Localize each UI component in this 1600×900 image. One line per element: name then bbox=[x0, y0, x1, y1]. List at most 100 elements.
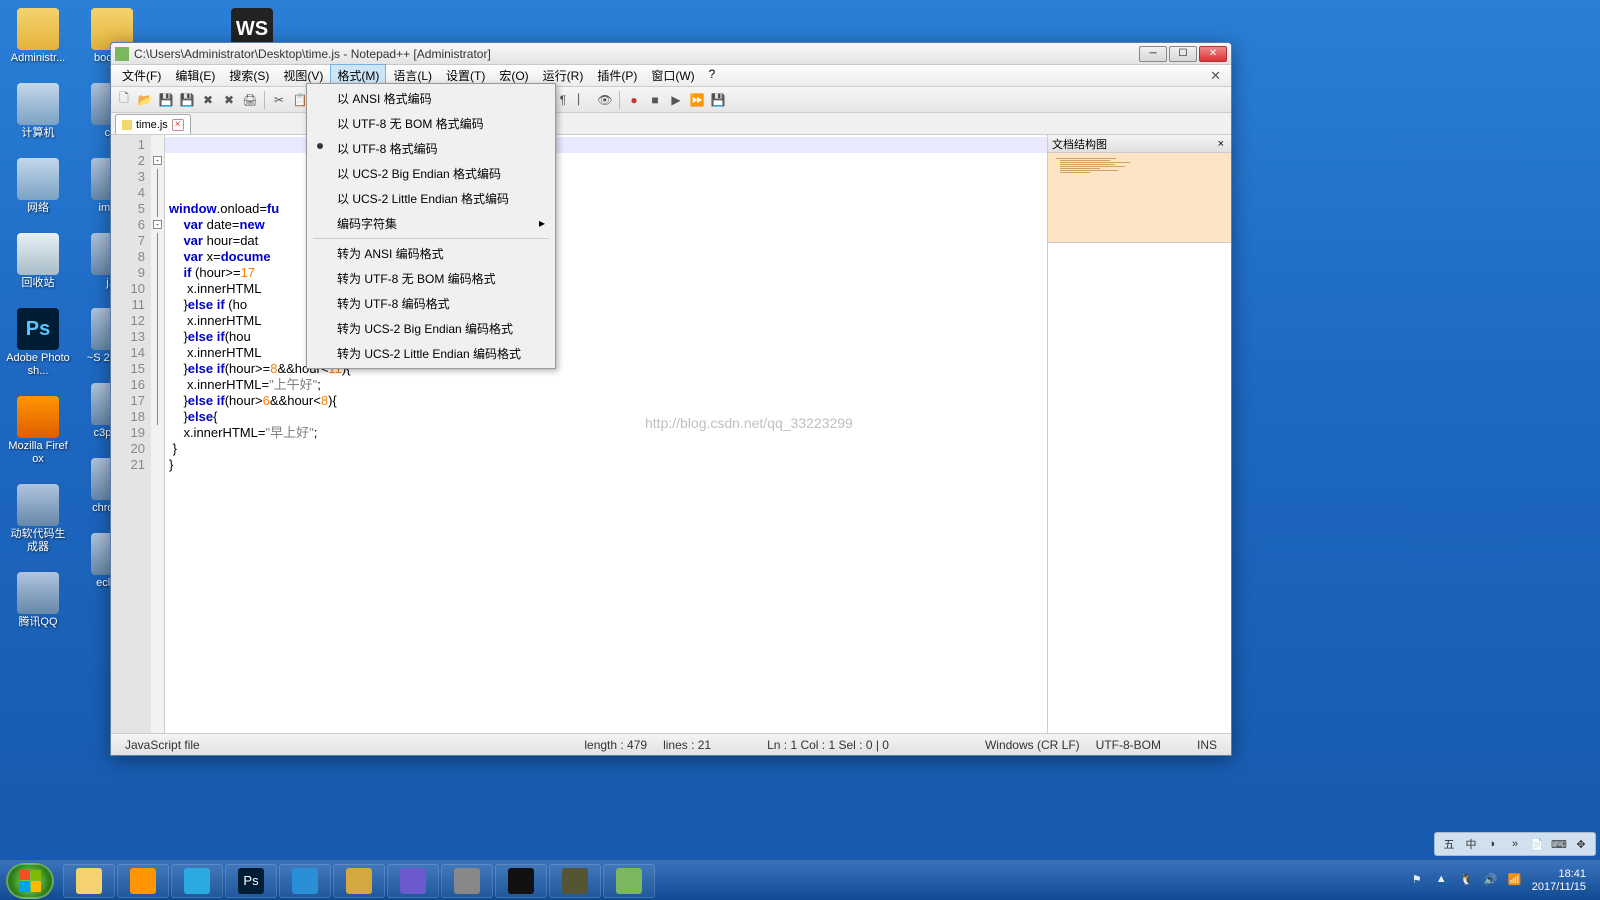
indent-guide-icon[interactable]: ⎸ bbox=[575, 91, 593, 109]
langbar-item[interactable]: » bbox=[1507, 836, 1523, 852]
desktop-icon[interactable]: 网络 bbox=[6, 158, 70, 215]
taskbar-item-firefox[interactable] bbox=[117, 864, 169, 898]
tab-timejs[interactable]: time.js × bbox=[115, 114, 191, 134]
tray-net-icon[interactable]: 📶 bbox=[1508, 873, 1524, 889]
taskbar-item-thunder[interactable] bbox=[279, 864, 331, 898]
menu-item[interactable]: 插件(P) bbox=[590, 64, 644, 87]
panel-title: 文档结构图 bbox=[1052, 136, 1107, 152]
desktop-icon[interactable]: Administr... bbox=[6, 8, 70, 65]
menu-option[interactable]: 以 UCS-2 Little Endian 格式编码 bbox=[309, 186, 553, 211]
system-tray[interactable]: ⚑ ▲ 🐧 🔊 📶 18:41 2017/11/15 bbox=[1412, 868, 1594, 894]
taskbar-item-photoshop[interactable]: Ps bbox=[225, 864, 277, 898]
doc-map[interactable] bbox=[1048, 153, 1231, 243]
menu-item[interactable]: 文件(F) bbox=[115, 64, 168, 87]
taskbar-item-app3[interactable] bbox=[441, 864, 493, 898]
taskbar-item-explorer[interactable] bbox=[63, 864, 115, 898]
langbar-item[interactable]: ◗ bbox=[1485, 836, 1501, 852]
langbar-item[interactable]: ✥ bbox=[1573, 836, 1589, 852]
status-ins: INS bbox=[1189, 738, 1225, 752]
current-line-highlight bbox=[165, 137, 1047, 153]
menu-option[interactable]: 以 ANSI 格式编码 bbox=[309, 86, 553, 111]
tab-close-icon[interactable]: × bbox=[172, 119, 184, 131]
start-button[interactable] bbox=[6, 863, 54, 899]
save-all-icon[interactable]: 💾 bbox=[178, 91, 196, 109]
desktop-icon[interactable]: Mozilla Firefox bbox=[6, 396, 70, 466]
taskbar-item-app4[interactable] bbox=[549, 864, 601, 898]
langbar-item[interactable]: 📄 bbox=[1529, 836, 1545, 852]
fold-margin[interactable]: -- bbox=[151, 135, 165, 733]
doc-map-panel: 文档结构图 × bbox=[1047, 135, 1231, 733]
menu-option[interactable]: 以 UTF-8 格式编码 bbox=[309, 136, 553, 161]
record-icon[interactable]: ● bbox=[625, 91, 643, 109]
maximize-button[interactable]: ☐ bbox=[1169, 46, 1197, 62]
save-icon[interactable]: 💾 bbox=[157, 91, 175, 109]
menu-option[interactable]: 转为 ANSI 编码格式 bbox=[309, 241, 553, 266]
panel-close-icon[interactable]: × bbox=[1215, 138, 1227, 150]
tray-sound-icon[interactable]: 🔊 bbox=[1484, 873, 1500, 889]
menu-item[interactable]: 搜索(S) bbox=[222, 64, 276, 87]
menu-option[interactable]: 以 UCS-2 Big Endian 格式编码 bbox=[309, 161, 553, 186]
desktop-icon[interactable]: 动软代码生成器 bbox=[6, 484, 70, 554]
taskbar-item-360[interactable] bbox=[171, 864, 223, 898]
window-title: C:\Users\Administrator\Desktop\time.js -… bbox=[134, 47, 1139, 61]
langbar-item[interactable]: 五 bbox=[1441, 836, 1457, 852]
langbar-item[interactable]: 中 bbox=[1463, 836, 1479, 852]
menu-item[interactable]: 窗口(W) bbox=[644, 64, 701, 87]
desktop-icon[interactable]: 计算机 bbox=[6, 83, 70, 140]
desktop-icon[interactable]: PsAdobe Photosh... bbox=[6, 308, 70, 378]
menu-option[interactable]: 编码字符集▸ bbox=[309, 211, 553, 236]
close-button[interactable]: ✕ bbox=[1199, 46, 1227, 62]
langbar-item[interactable]: ⌨ bbox=[1551, 836, 1567, 852]
taskbar-item-app2[interactable] bbox=[387, 864, 439, 898]
cut-icon[interactable]: ✂ bbox=[270, 91, 288, 109]
menu-option[interactable]: 以 UTF-8 无 BOM 格式编码 bbox=[309, 111, 553, 136]
play-icon[interactable]: ▶ bbox=[667, 91, 685, 109]
taskbar-item-notepadpp[interactable] bbox=[603, 864, 655, 898]
tab-label: time.js bbox=[136, 119, 168, 131]
taskbar: Ps ⚑ ▲ 🐧 🔊 📶 18:41 2017/11/15 bbox=[0, 860, 1600, 900]
status-eol: Windows (CR LF) bbox=[977, 738, 1088, 752]
tray-up-icon[interactable]: ▲ bbox=[1436, 873, 1452, 889]
status-position: Ln : 1 Col : 1 Sel : 0 | 0 bbox=[759, 738, 897, 752]
encoding-menu: 以 ANSI 格式编码以 UTF-8 无 BOM 格式编码以 UTF-8 格式编… bbox=[306, 83, 556, 369]
tray-flag-icon[interactable]: ⚑ bbox=[1412, 873, 1428, 889]
tabbar: time.js × bbox=[111, 113, 1231, 135]
status-encoding: UTF-8-BOM bbox=[1088, 738, 1169, 752]
menu-item[interactable]: 编辑(E) bbox=[168, 64, 222, 87]
minimize-button[interactable]: ─ bbox=[1139, 46, 1167, 62]
language-bar[interactable]: 五中 ◗ » 📄 ⌨ ✥ bbox=[1434, 832, 1596, 856]
clock[interactable]: 18:41 2017/11/15 bbox=[1532, 868, 1586, 894]
desktop-icon[interactable]: 回收站 bbox=[6, 233, 70, 290]
js-file-icon bbox=[122, 120, 132, 130]
mdi-close-button[interactable]: ✕ bbox=[1204, 68, 1227, 84]
print-icon[interactable]: 🖨 bbox=[241, 91, 259, 109]
status-lines: lines : 21 bbox=[655, 738, 719, 752]
menu-option[interactable]: 转为 UCS-2 Big Endian 编码格式 bbox=[309, 316, 553, 341]
stop-icon[interactable]: ■ bbox=[646, 91, 664, 109]
titlebar[interactable]: C:\Users\Administrator\Desktop\time.js -… bbox=[111, 43, 1231, 65]
lang-icon[interactable]: 👁 bbox=[596, 91, 614, 109]
status-language: JavaScript file bbox=[117, 738, 208, 752]
code-area[interactable]: window.onload=fu var date=new var hour=d… bbox=[165, 135, 1047, 733]
menu-option[interactable]: 转为 UTF-8 编码格式 bbox=[309, 291, 553, 316]
status-length: length : 479 bbox=[576, 738, 655, 752]
menu-option[interactable]: 转为 UCS-2 Little Endian 编码格式 bbox=[309, 341, 553, 366]
close-all-icon[interactable]: ✖ bbox=[220, 91, 238, 109]
taskbar-item-cmd[interactable] bbox=[495, 864, 547, 898]
tray-qq-icon[interactable]: 🐧 bbox=[1460, 873, 1476, 889]
close-file-icon[interactable]: ✖ bbox=[199, 91, 217, 109]
open-file-icon[interactable]: 📂 bbox=[136, 91, 154, 109]
playrep-icon[interactable]: ⏩ bbox=[688, 91, 706, 109]
menu-option[interactable]: 转为 UTF-8 无 BOM 编码格式 bbox=[309, 266, 553, 291]
show-chars-icon[interactable]: ¶ bbox=[554, 91, 572, 109]
notepadpp-window: C:\Users\Administrator\Desktop\time.js -… bbox=[110, 42, 1232, 756]
menubar: 文件(F)编辑(E)搜索(S)视图(V)格式(M)语言(L)设置(T)宏(O)运… bbox=[111, 65, 1231, 87]
notepadpp-icon bbox=[115, 47, 129, 61]
statusbar: JavaScript file length : 479 lines : 21 … bbox=[111, 733, 1231, 755]
menu-item[interactable]: ? bbox=[702, 64, 723, 87]
new-file-icon[interactable]: 🗋 bbox=[115, 91, 133, 109]
save-macro-icon[interactable]: 💾 bbox=[709, 91, 727, 109]
desktop-icon[interactable]: 腾讯QQ bbox=[6, 572, 70, 629]
editor[interactable]: 123456789101112131415161718192021 -- win… bbox=[111, 135, 1047, 733]
taskbar-item-app1[interactable] bbox=[333, 864, 385, 898]
